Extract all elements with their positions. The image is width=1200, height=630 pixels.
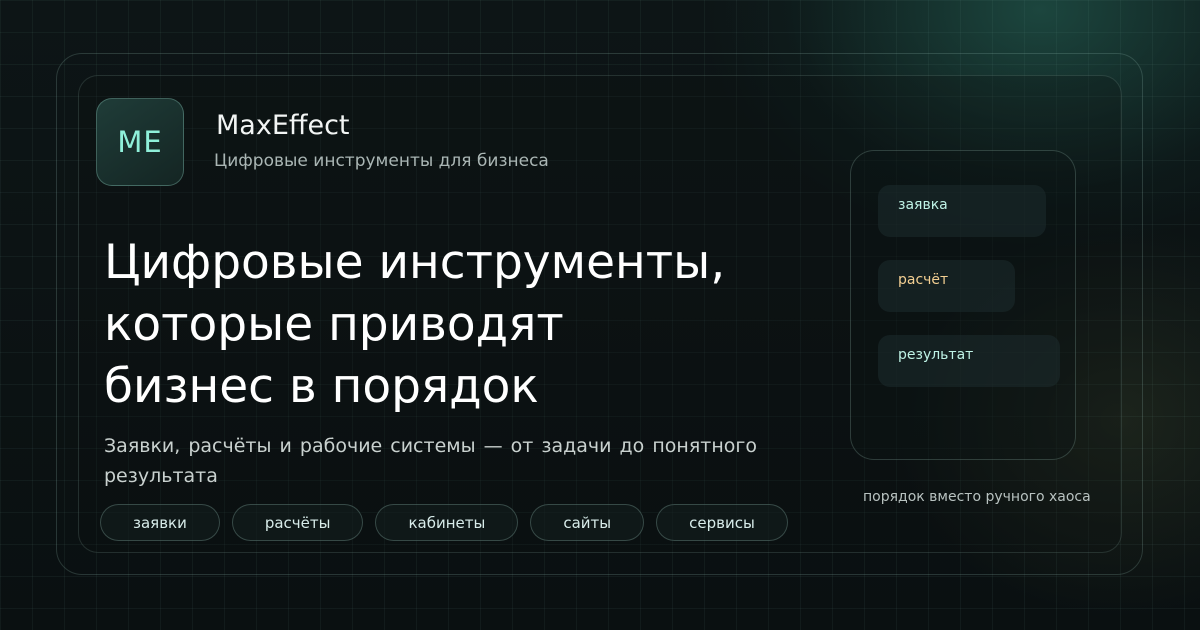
flow-step-request: заявка	[878, 185, 1046, 237]
tag-calculations: расчёты	[231, 504, 364, 541]
hero-headline: Цифровые инструменты, которые приводят б…	[104, 232, 725, 418]
og-banner: ME MaxEffect Цифровые инструменты для би…	[0, 0, 1200, 630]
headline-line-2: которые приводят	[104, 297, 564, 352]
tag-services: сервисы	[656, 504, 788, 541]
brand-name: MaxEffect	[216, 110, 350, 141]
headline-line-3: бизнес в порядок	[104, 359, 539, 414]
tag-sites: сайты	[530, 504, 645, 541]
logo-badge: ME	[96, 98, 184, 186]
headline-line-1: Цифровые инструменты,	[104, 235, 726, 290]
flow-step-result: результат	[878, 335, 1060, 387]
tag-cabinets: кабинеты	[375, 504, 519, 541]
tag-list: заявки расчёты кабинеты сайты сервисы	[100, 504, 788, 541]
logo-initials: ME	[117, 125, 163, 159]
flow-caption: порядок вместо ручного хаоса	[863, 489, 1091, 505]
flow-step-calculation: расчёт	[878, 260, 1015, 312]
brand-tagline: Цифровые инструменты для бизнеса	[214, 151, 549, 171]
hero-subtitle: Заявки, расчёты и рабочие системы — от з…	[104, 435, 757, 487]
tag-requests: заявки	[100, 504, 220, 541]
